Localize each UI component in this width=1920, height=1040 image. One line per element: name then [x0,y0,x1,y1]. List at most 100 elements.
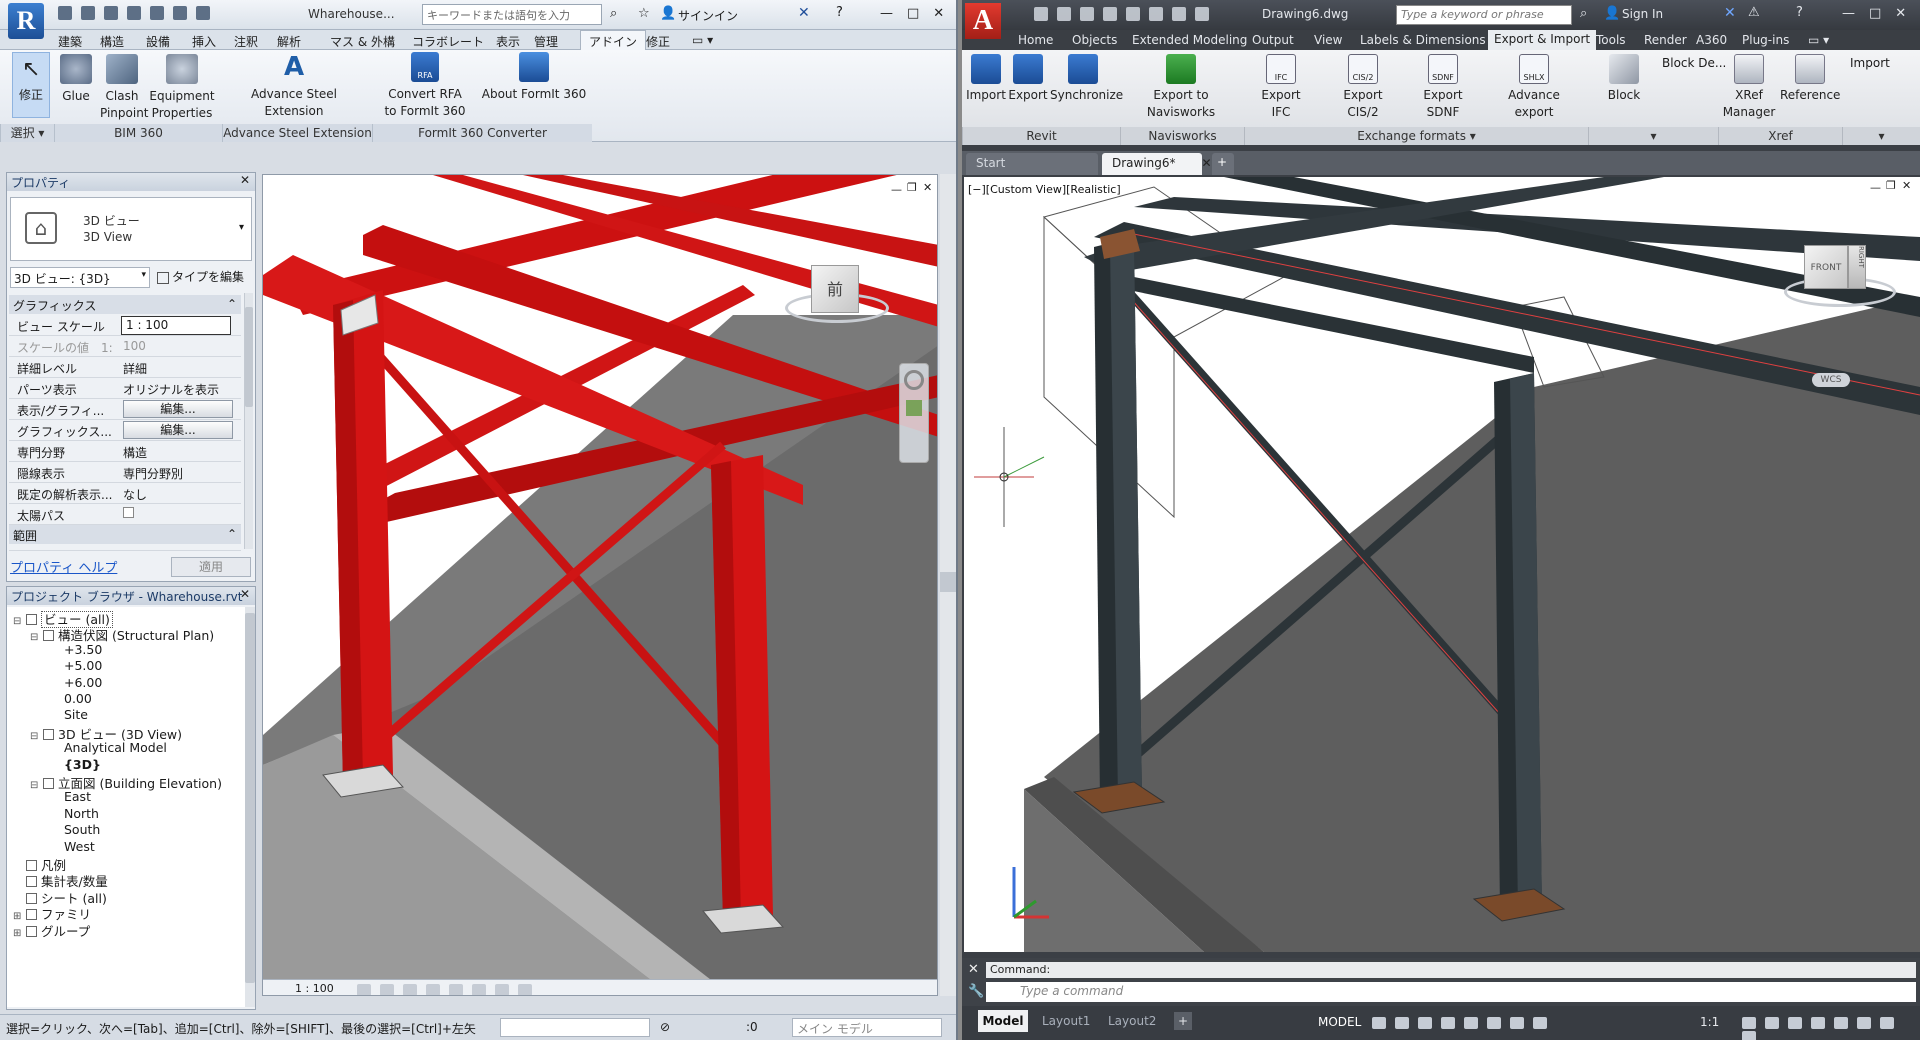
clean-screen-icon[interactable] [1880,1016,1894,1029]
revit-3d-viewport[interactable]: 前 — ❐ ✕ 1 : 100 [262,174,938,996]
view-instance-dropdown[interactable]: 3D ビュー: {3D} ▾ [10,267,150,288]
exchange-icon[interactable]: ✕ [1724,5,1736,21]
dynamic-ucs-icon[interactable] [1510,1016,1524,1029]
sync-icon[interactable] [104,6,118,20]
revit-signin-button[interactable]: サインイン [678,7,738,24]
properties-scroll-thumb[interactable] [245,307,253,407]
zoom-icon[interactable] [906,400,922,416]
acad-tab[interactable]: Render [1644,33,1687,47]
filter-icon[interactable]: ⊘ [660,1020,670,1034]
revit-tab[interactable]: アドイン [580,30,647,51]
acad-app-button[interactable]: A [965,3,1001,39]
revit-app-button[interactable]: R [8,3,44,39]
acad-viewcube[interactable]: FRONT RIGHT [1784,243,1896,307]
view-close-icon[interactable]: ✕ [1902,179,1911,192]
revit-tab[interactable]: 解析 [277,33,301,50]
property-row[interactable]: 専門分野 構造 [9,441,241,462]
osnap-icon[interactable] [1487,1016,1501,1029]
ribbon-options-icon[interactable]: ▭ ▾ [692,33,713,47]
apply-button[interactable]: 適用 [171,557,251,577]
block-definition-button[interactable]: Block De... [1662,56,1726,70]
acad-tab[interactable]: Tools [1596,33,1626,47]
browser-scrollbar[interactable] [245,607,255,1007]
close-icon[interactable]: ✕ [1895,6,1906,21]
undo-icon[interactable] [127,6,141,20]
property-row[interactable]: グラフィックス... 編集... [9,420,241,441]
workspace-gear-icon[interactable] [1742,1016,1756,1029]
properties-help-link[interactable]: プロパティ ヘルプ [10,557,117,576]
export-ifc-button[interactable]: IFC Export IFC [1252,54,1310,121]
acad-3d-viewport[interactable]: [−][Custom View][Realistic] FRONT RIGHT … [964,177,1920,952]
viewcube-face-right[interactable]: RIGHT [1848,245,1866,289]
properties-close-icon[interactable]: ✕ [240,173,250,187]
save-icon[interactable] [81,6,95,20]
view-restore-icon[interactable]: ❐ [1886,179,1896,192]
tree-item[interactable]: South [47,822,100,837]
acad-tab[interactable]: Output [1252,33,1294,47]
open-icon[interactable] [1057,7,1071,21]
acad-signin-button[interactable]: Sign In [1622,7,1663,21]
view-close-icon[interactable]: ✕ [923,181,932,194]
start-tab[interactable]: Start [966,153,1098,175]
close-icon[interactable]: ✕ [933,6,944,21]
analytical-icon[interactable] [518,984,532,995]
redo-icon[interactable] [1172,7,1186,21]
revit-navigation-bar[interactable] [899,363,929,463]
saveas-icon[interactable] [1103,7,1117,21]
print-icon[interactable] [1126,7,1140,21]
acad-tab[interactable]: Home [1018,33,1053,47]
save-icon[interactable] [1080,7,1094,21]
binoculars-icon[interactable]: ⌕ [1580,6,1587,21]
synchronize-button[interactable]: Synchronize [1050,54,1123,104]
import-panel-button[interactable]: Import [1850,56,1890,70]
revit-tab[interactable]: 注釈 [234,33,258,50]
revit-view-scrollbar[interactable] [940,174,956,996]
new-tab-button[interactable]: + [1212,153,1234,175]
viewcube-face-front[interactable]: 前 [811,265,859,313]
wcs-menu[interactable]: WCS [1812,373,1850,387]
shadows-icon[interactable] [426,984,440,995]
equipment-properties-button[interactable]: Equipment Properties [148,54,216,122]
tree-item[interactable]: East [47,789,91,804]
tree-item[interactable]: West [47,839,95,854]
minimize-icon[interactable]: — [1842,6,1855,21]
units-icon[interactable] [1788,1016,1802,1029]
add-layout-button[interactable]: + [1174,1012,1192,1030]
browser-scroll-thumb[interactable] [245,613,255,983]
xref-manager-button[interactable]: XRef Manager [1722,54,1776,121]
tree-item[interactable]: North [47,806,99,821]
view-minimize-icon[interactable]: — [891,183,902,196]
polar-icon[interactable] [1441,1016,1455,1029]
binoculars-icon[interactable]: ⌕ [610,6,617,21]
acad-tab[interactable]: Objects [1072,33,1117,47]
revit-tab[interactable]: マス & 外構 [330,33,395,50]
sun-path-icon[interactable] [403,984,417,995]
property-row[interactable]: パーツ表示 オリジナルを表示 [9,378,241,399]
revit-export-button[interactable]: Export [1008,54,1048,104]
exchange-formats-panel-label[interactable]: Exchange formats ▾ [1244,127,1588,145]
view-restore-icon[interactable]: ❐ [907,181,917,194]
select-panel-label[interactable]: 選択 ▾ [0,124,54,142]
redo-icon[interactable] [150,6,164,20]
sun-path-checkbox[interactable] [123,507,134,518]
block-button[interactable]: Block [1598,54,1650,104]
reference-button[interactable]: Reference [1780,54,1840,104]
layout1-tab[interactable]: Layout1 [1042,1014,1090,1028]
graphics-section-header[interactable]: グラフィックス ⌃ [9,295,241,314]
property-row[interactable]: スケールの値 1: 100 [9,336,241,357]
drawing6-tab[interactable]: Drawing6* ✕ [1102,153,1212,175]
edit-type-button[interactable]: タイプを編集 [157,268,244,285]
acad-tab[interactable]: View [1314,33,1342,47]
advance-steel-extension-button[interactable]: A Advance Steel Extension [240,52,348,120]
detail-level-icon[interactable] [357,984,371,995]
collapse-icon[interactable]: ⊟ [30,731,40,742]
revit-viewcube[interactable]: 前 [785,257,889,323]
quick-properties-icon[interactable] [1811,1016,1825,1029]
tree-item[interactable]: Site [47,707,88,722]
status-workset-field[interactable] [500,1018,650,1037]
undo-icon[interactable] [1149,7,1163,21]
grid-icon[interactable] [1372,1016,1386,1029]
clash-pinpoint-button[interactable]: Clash Pinpoint [100,54,149,122]
acad-search-input[interactable]: Type a keyword or phrase [1396,5,1572,25]
isolate-icon[interactable] [1834,1016,1848,1029]
